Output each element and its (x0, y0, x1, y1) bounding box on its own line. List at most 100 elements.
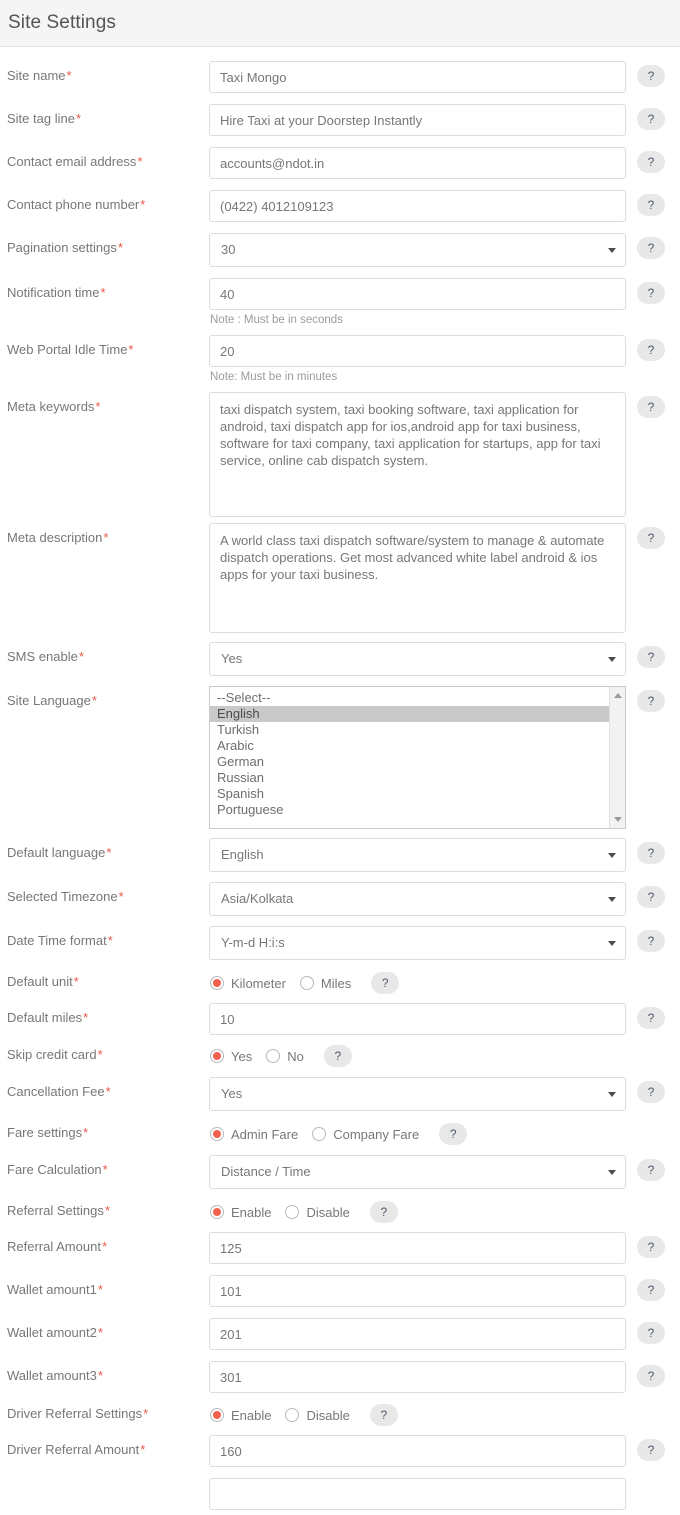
wallet-amount3-input[interactable] (209, 1361, 626, 1393)
help-icon-referral-settings[interactable]: ? (369, 1201, 398, 1223)
form-row-contact-phone: Contact phone number* ? (0, 190, 680, 222)
help-icon-referral-amount[interactable]: ? (637, 1236, 665, 1258)
required-asterisk: * (103, 530, 109, 545)
site-language-option[interactable]: Turkish (210, 722, 610, 738)
required-asterisk: * (117, 240, 123, 255)
label-cancellation-fee: Cancellation Fee* (0, 1077, 209, 1100)
label-fare-settings: Fare settings* (0, 1120, 209, 1141)
label-text: Wallet amount3 (7, 1368, 97, 1383)
default-unit-radio-kilometer[interactable]: Kilometer (210, 976, 286, 991)
meta-keywords-textarea[interactable] (209, 392, 626, 517)
radio-unselected-icon (266, 1049, 281, 1063)
skip-credit-card-radio-no[interactable]: No (266, 1049, 304, 1064)
site-tag-line-input[interactable] (209, 104, 626, 136)
form-row-web-portal-idle-time: Web Portal Idle Time* Note: Must be in m… (0, 335, 680, 384)
site-language-option[interactable]: --Select-- (210, 690, 610, 706)
form-row-wallet-amount2: Wallet amount2* ? (0, 1318, 680, 1350)
chevron-down-icon (608, 1092, 616, 1097)
default-unit-radio-miles[interactable]: Miles (299, 976, 351, 991)
required-asterisk: * (97, 1047, 103, 1062)
help-icon-wallet-amount1[interactable]: ? (637, 1279, 665, 1301)
driver-referral-settings-radio-disable[interactable]: Disable (285, 1408, 350, 1423)
help-icon-site-language[interactable]: ? (637, 690, 665, 712)
help-icon-driver-referral-amount[interactable]: ? (637, 1439, 665, 1461)
driver-referral-settings-radio-enable[interactable]: Enable (210, 1408, 271, 1423)
label-referral-amount: Referral Amount* (0, 1232, 209, 1255)
help-icon-selected-timezone[interactable]: ? (637, 886, 665, 908)
help-icon-wallet-amount3[interactable]: ? (637, 1365, 665, 1387)
help-icon-sms-enable[interactable]: ? (637, 646, 665, 668)
referral-amount-input[interactable] (209, 1232, 626, 1264)
sms-enable-select[interactable]: Yes (209, 642, 626, 676)
form-row-referral-amount: Referral Amount* ? (0, 1232, 680, 1264)
scroll-down-arrow-icon[interactable] (614, 817, 622, 822)
help-icon-skip-credit-card[interactable]: ? (323, 1045, 352, 1067)
wallet-amount2-input[interactable] (209, 1318, 626, 1350)
help-icon-default-language[interactable]: ? (637, 842, 665, 864)
site-language-option[interactable]: German (210, 754, 610, 770)
fare-calculation-select-value: Distance / Time (221, 1164, 311, 1179)
chevron-down-icon (608, 248, 616, 253)
next-field-input-partial[interactable] (209, 1478, 626, 1510)
referral-settings-radio-disable[interactable]: Disable (285, 1205, 350, 1220)
cancellation-fee-select[interactable]: Yes (209, 1077, 626, 1111)
form-row-notification-time: Notification time* Note : Must be in sec… (0, 278, 680, 327)
form-row-date-time-format: Date Time format* Y-m-d H:i:s ? (0, 926, 680, 960)
contact-phone-input[interactable] (209, 190, 626, 222)
help-icon-meta-keywords[interactable]: ? (637, 396, 665, 418)
date-time-format-select[interactable]: Y-m-d H:i:s (209, 926, 626, 960)
pagination-select[interactable]: 30 (209, 233, 626, 267)
help-icon-driver-referral-settings[interactable]: ? (369, 1404, 398, 1426)
label-text: Referral Amount (7, 1239, 101, 1254)
help-icon-date-time-format[interactable]: ? (637, 930, 665, 952)
selected-timezone-select[interactable]: Asia/Kolkata (209, 882, 626, 916)
required-asterisk: * (118, 889, 124, 904)
site-language-option[interactable]: Spanish (210, 786, 610, 802)
default-language-select[interactable]: English (209, 838, 626, 872)
chevron-down-icon (608, 1170, 616, 1175)
site-language-option[interactable]: Arabic (210, 738, 610, 754)
label-contact-email: Contact email address* (0, 147, 209, 170)
help-icon-default-unit[interactable]: ? (371, 972, 400, 994)
help-icon-fare-settings[interactable]: ? (439, 1123, 468, 1145)
site-language-scrollbar[interactable] (609, 687, 625, 828)
site-settings-form: Site name* ? Site tag line* ? Contact em… (0, 61, 680, 1510)
site-name-input[interactable] (209, 61, 626, 93)
skip-credit-card-radio-yes[interactable]: Yes (210, 1049, 252, 1064)
help-icon-site-name[interactable]: ? (637, 65, 665, 87)
help-icon-wallet-amount2[interactable]: ? (637, 1322, 665, 1344)
site-language-option-selected[interactable]: English (210, 706, 610, 722)
label-text: Wallet amount2 (7, 1325, 97, 1340)
page-header: Site Settings (0, 0, 680, 47)
form-row-driver-referral-amount: Driver Referral Amount* ? (0, 1435, 680, 1467)
site-language-option[interactable]: Russian (210, 770, 610, 786)
web-portal-idle-time-note: Note: Must be in minutes (210, 371, 338, 383)
label-default-unit: Default unit* (0, 969, 209, 990)
fare-settings-radio-admin-fare[interactable]: Admin Fare (210, 1127, 298, 1142)
wallet-amount1-input[interactable] (209, 1275, 626, 1307)
help-icon-fare-calculation[interactable]: ? (637, 1159, 665, 1181)
fare-settings-radio-company-fare[interactable]: Company Fare (312, 1127, 419, 1142)
site-language-listbox[interactable]: --Select-- English Turkish Arabic German… (209, 686, 626, 829)
scroll-up-arrow-icon[interactable] (614, 693, 622, 698)
help-icon-contact-phone[interactable]: ? (637, 194, 665, 216)
notification-time-input[interactable] (209, 278, 626, 310)
help-icon-web-portal-idle-time[interactable]: ? (637, 339, 665, 361)
referral-settings-radio-enable[interactable]: Enable (210, 1205, 271, 1220)
help-icon-meta-description[interactable]: ? (637, 527, 665, 549)
site-language-option[interactable]: Portuguese (210, 802, 610, 818)
form-row-wallet-amount1: Wallet amount1* ? (0, 1275, 680, 1307)
fare-calculation-select[interactable]: Distance / Time (209, 1155, 626, 1189)
help-icon-site-tag-line[interactable]: ? (637, 108, 665, 130)
help-icon-notification-time[interactable]: ? (637, 282, 665, 304)
web-portal-idle-time-input[interactable] (209, 335, 626, 367)
help-icon-pagination[interactable]: ? (637, 237, 665, 259)
help-icon-cancellation-fee[interactable]: ? (637, 1081, 665, 1103)
driver-referral-amount-input[interactable] (209, 1435, 626, 1467)
help-icon-default-miles[interactable]: ? (637, 1007, 665, 1029)
contact-email-input[interactable] (209, 147, 626, 179)
help-icon-contact-email[interactable]: ? (637, 151, 665, 173)
required-asterisk: * (91, 693, 97, 708)
meta-description-textarea[interactable] (209, 523, 626, 633)
default-miles-input[interactable] (209, 1003, 626, 1035)
